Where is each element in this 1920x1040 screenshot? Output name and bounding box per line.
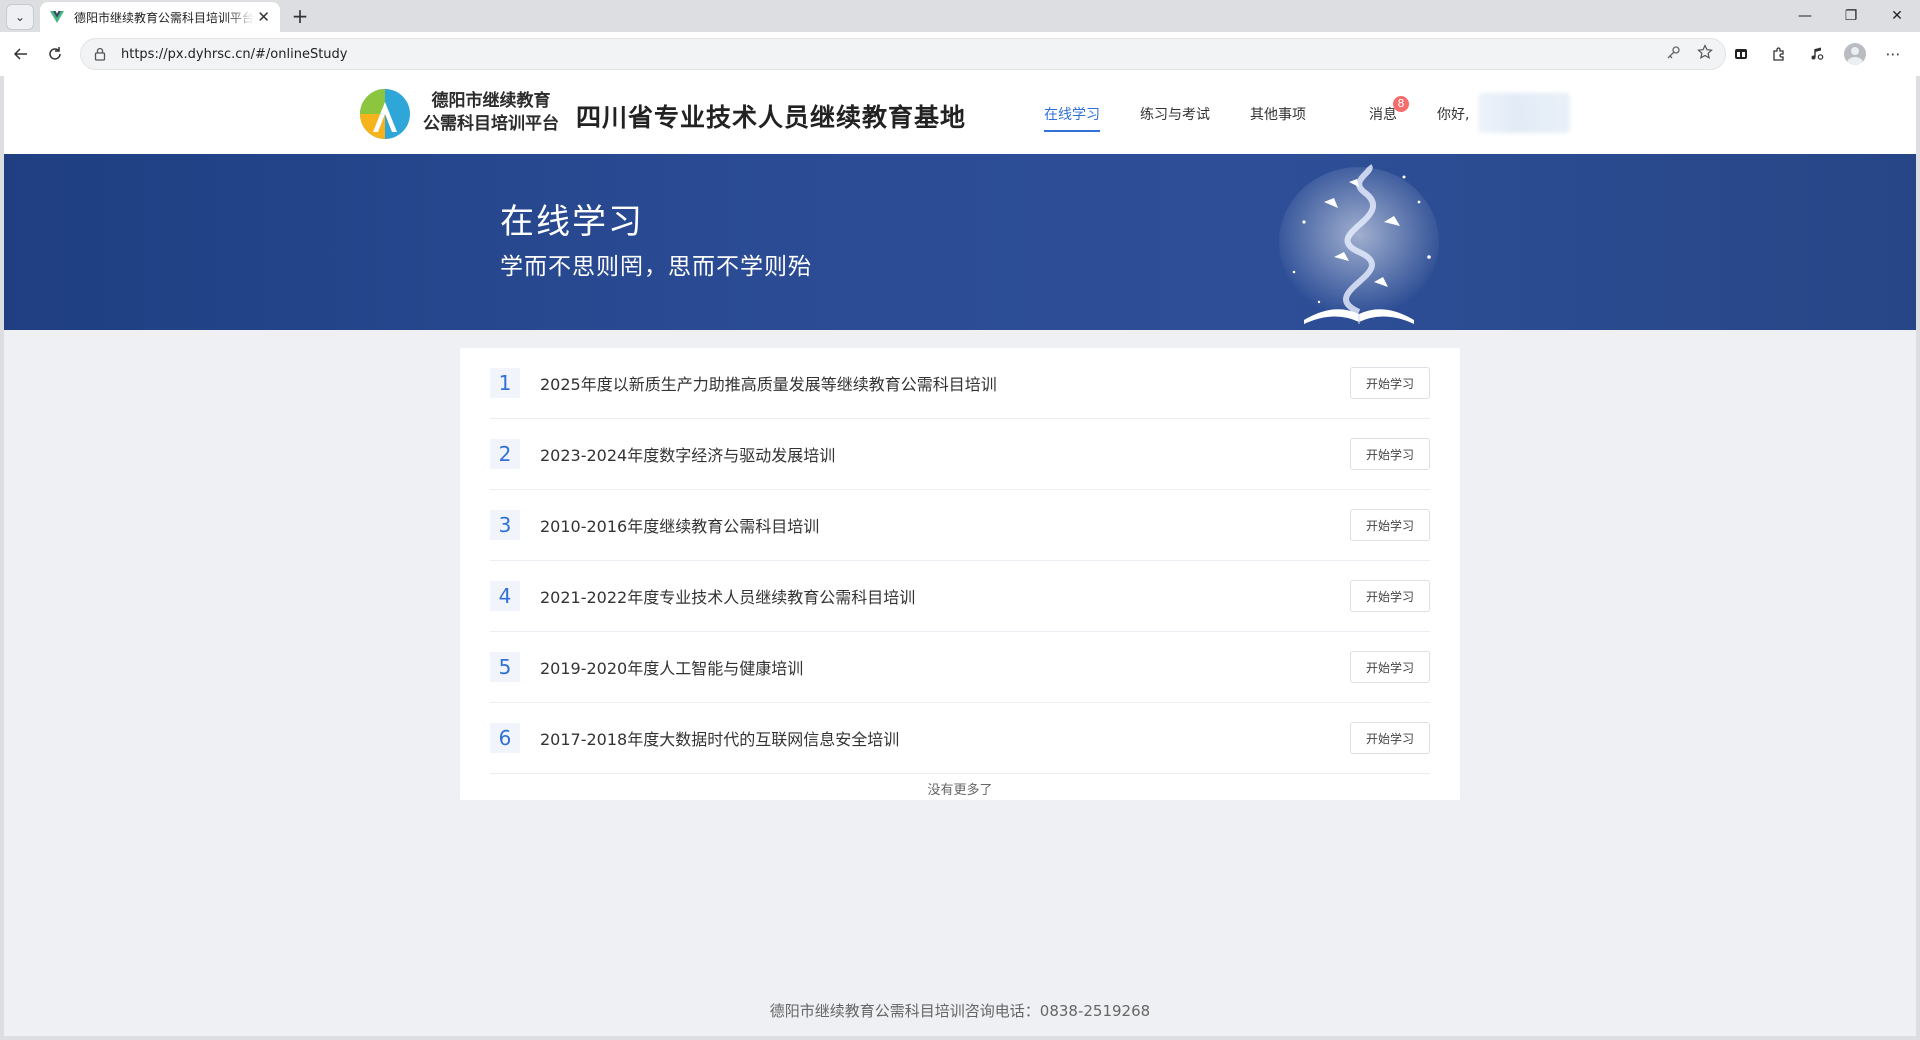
- course-name: 2021-2022年度专业技术人员继续教育公需科目培训: [540, 588, 916, 607]
- messages-badge: 8: [1393, 96, 1409, 112]
- start-study-button[interactable]: 开始学习: [1350, 509, 1430, 541]
- site-info-icon[interactable]: [93, 46, 109, 62]
- star-icon[interactable]: [1697, 44, 1713, 64]
- start-study-button[interactable]: 开始学习: [1350, 367, 1430, 399]
- window-controls: — ❐ ✕: [1782, 0, 1920, 32]
- page-banner: 在线学习 学而不思则罔，思而不学则殆: [4, 154, 1916, 330]
- address-bar[interactable]: https://px.dyhrsc.cn/#/onlineStudy: [80, 38, 1726, 70]
- nav-other-matters[interactable]: 其他事项: [1250, 104, 1306, 132]
- list-end-text: 没有更多了: [927, 783, 993, 798]
- browser-toolbar: https://px.dyhrsc.cn/#/onlineStudy ⋯: [0, 32, 1920, 76]
- course-index: 2: [490, 439, 520, 469]
- close-window-button[interactable]: ✕: [1874, 0, 1920, 32]
- course-row: 5 2019-2020年度人工智能与健康培训 开始学习: [490, 632, 1430, 703]
- site-header: 德阳市继续教育 公需科目培训平台 四川省专业技术人员继续教育基地 在线学习 练习…: [4, 76, 1916, 154]
- main-nav: 在线学习 练习与考试 其他事项: [1044, 104, 1346, 132]
- logo-text: 德阳市继续教育 公需科目培训平台: [416, 90, 566, 136]
- footer-contact: 德阳市继续教育公需科目培训咨询电话：0838-2519268: [769, 1002, 1151, 1020]
- reload-button[interactable]: [42, 41, 68, 67]
- nav-online-study[interactable]: 在线学习: [1044, 104, 1100, 132]
- banner-subtitle: 学而不思则罔，思而不学则殆: [500, 254, 812, 280]
- platform-logo-icon[interactable]: [359, 88, 411, 140]
- url-text[interactable]: https://px.dyhrsc.cn/#/onlineStudy: [121, 47, 347, 62]
- course-row: 2 2023-2024年度数字经济与驱动发展培训 开始学习: [490, 419, 1430, 490]
- chevron-down-icon: ⌄: [14, 10, 26, 24]
- start-study-button[interactable]: 开始学习: [1350, 438, 1430, 470]
- page-viewport: 德阳市继续教育 公需科目培训平台 四川省专业技术人员继续教育基地 在线学习 练习…: [4, 76, 1916, 1036]
- tab-close-icon[interactable]: ✕: [257, 8, 270, 26]
- course-index: 4: [490, 581, 520, 611]
- course-name: 2019-2020年度人工智能与健康培训: [540, 659, 804, 678]
- course-name: 2023-2024年度数字经济与驱动发展培训: [540, 446, 836, 465]
- arrow-left-icon: [13, 48, 27, 60]
- nav-practice-exam[interactable]: 练习与考试: [1140, 104, 1210, 132]
- user-greeting: 你好,: [1437, 107, 1470, 123]
- user-name-redacted[interactable]: [1478, 93, 1570, 133]
- tab-list-button[interactable]: ⌄: [6, 4, 34, 30]
- reload-icon: [49, 47, 61, 60]
- browser-tab-active[interactable]: 德阳市继续教育公需科目培训平台 ✕: [40, 2, 280, 32]
- course-name: 2025年度以新质生产力助推高质量发展等继续教育公需科目培训: [540, 375, 997, 394]
- browser-tab-bar: ⌄ 德阳市继续教育公需科目培训平台 ✕ + — ❐ ✕: [0, 0, 1920, 32]
- back-button[interactable]: [8, 41, 34, 67]
- course-row: 6 2017-2018年度大数据时代的互联网信息安全培训 开始学习: [490, 703, 1430, 774]
- extensions-icon[interactable]: [1766, 41, 1792, 67]
- banner-title: 在线学习: [500, 202, 644, 242]
- start-study-button[interactable]: 开始学习: [1350, 580, 1430, 612]
- logo-line-2: 公需科目培训平台: [423, 114, 559, 134]
- start-study-button[interactable]: 开始学习: [1350, 722, 1430, 754]
- course-index: 3: [490, 510, 520, 540]
- media-controls-icon[interactable]: [1804, 41, 1830, 67]
- course-row: 3 2010-2016年度继续教育公需科目培训 开始学习: [490, 490, 1430, 561]
- course-index: 5: [490, 652, 520, 682]
- vue-favicon-icon: [50, 10, 64, 24]
- course-name: 2010-2016年度继续教育公需科目培训: [540, 517, 820, 536]
- profile-avatar-icon[interactable]: [1842, 41, 1868, 67]
- logo-line-1: 德阳市继续教育: [431, 91, 551, 111]
- key-icon[interactable]: [1666, 45, 1681, 64]
- course-name: 2017-2018年度大数据时代的互联网信息安全培训: [540, 730, 900, 749]
- start-study-button[interactable]: 开始学习: [1350, 651, 1430, 683]
- course-list-card: 1 2025年度以新质生产力助推高质量发展等继续教育公需科目培训 开始学习 2 …: [460, 348, 1460, 800]
- book-doves-illustration-icon: [1279, 164, 1439, 324]
- tab-title: 德阳市继续教育公需科目培训平台: [74, 10, 254, 25]
- course-index: 6: [490, 723, 520, 753]
- course-row: 4 2021-2022年度专业技术人员继续教育公需科目培训 开始学习: [490, 561, 1430, 632]
- minimize-button[interactable]: —: [1782, 0, 1828, 32]
- new-tab-button[interactable]: +: [288, 4, 312, 28]
- tab-groups-icon[interactable]: [1728, 41, 1754, 67]
- menu-dots-icon[interactable]: ⋯: [1880, 41, 1906, 67]
- site-title: 四川省专业技术人员继续教育基地: [576, 103, 967, 132]
- toolbar-icons: ⋯: [1728, 41, 1906, 67]
- course-index: 1: [490, 368, 520, 398]
- course-row: 1 2025年度以新质生产力助推高质量发展等继续教育公需科目培训 开始学习: [490, 348, 1430, 419]
- restore-button[interactable]: ❐: [1828, 0, 1874, 32]
